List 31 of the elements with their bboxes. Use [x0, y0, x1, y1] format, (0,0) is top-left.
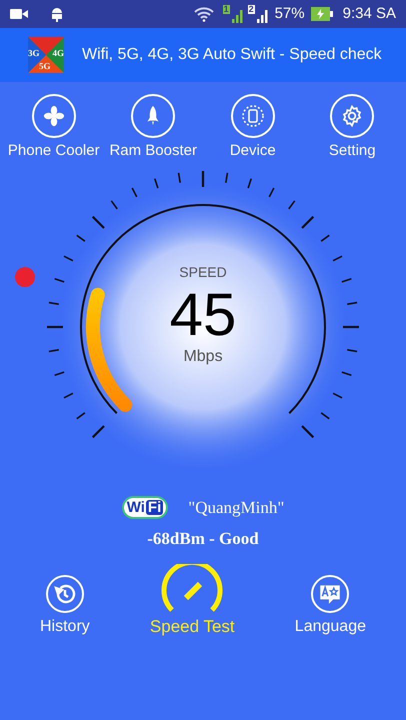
network-name: "QuangMinh" — [188, 496, 284, 519]
sim-number: 2 — [248, 5, 255, 14]
wifi-icon — [192, 6, 215, 22]
app-title: Wifi, 5G, 4G, 3G Auto Swift - Speed check — [82, 45, 382, 65]
tool-button[interactable]: Device — [204, 94, 301, 162]
signal-icon — [232, 9, 244, 23]
wifi-badge-text: Fi — [146, 500, 164, 515]
history-button[interactable]: History — [40, 575, 90, 639]
video-camera-icon — [10, 8, 28, 20]
language-button[interactable]: Language — [294, 575, 366, 639]
record-indicator — [15, 266, 35, 286]
tool-button[interactable]: Ram Booster — [105, 94, 202, 162]
battery-percent: 57% — [274, 4, 305, 24]
clock: 9:34 SA — [342, 4, 396, 24]
fan-icon — [42, 105, 65, 127]
battery-charging-icon — [310, 7, 333, 21]
device-icon — [240, 104, 265, 128]
android-icon — [50, 6, 64, 22]
wifi-badge-text: Wi — [126, 500, 145, 515]
signal-icon — [256, 9, 269, 23]
speedometer-icon — [160, 564, 224, 614]
tool-button[interactable]: Setting — [304, 94, 400, 162]
tool-button[interactable]: Phone Cooler — [6, 94, 102, 162]
sim-number: 1 — [222, 5, 230, 14]
speed-value: 45 — [170, 284, 236, 344]
speed-unit: Mbps — [183, 348, 223, 364]
speed-caption: SPEED — [179, 264, 227, 278]
speed-test-button[interactable]: Speed Test — [150, 564, 235, 639]
signal-strength: -68dBm - Good — [147, 528, 259, 550]
history-icon — [52, 582, 77, 606]
app-logo: 3G 4G 5G — [28, 37, 64, 73]
